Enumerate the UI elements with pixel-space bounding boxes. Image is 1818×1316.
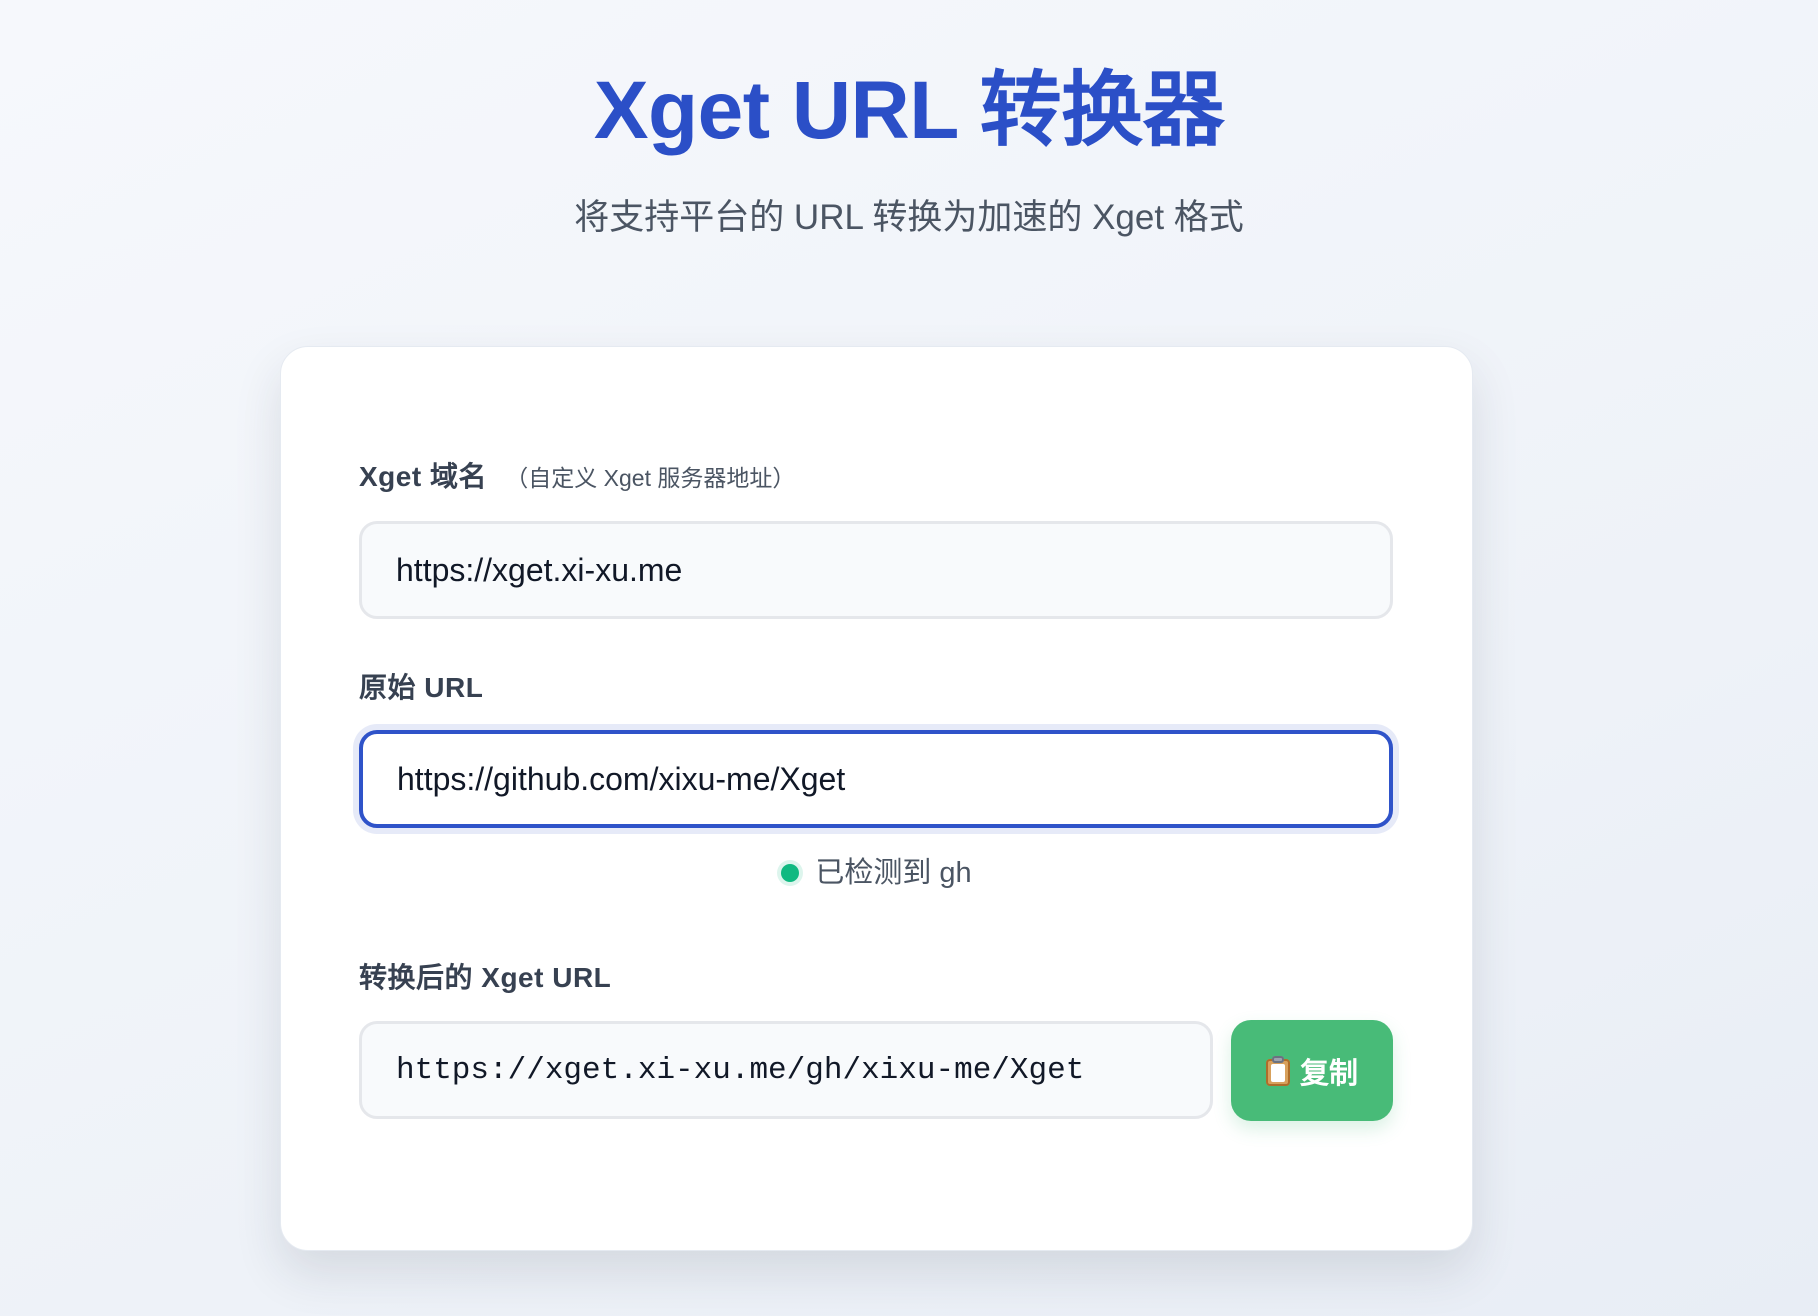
original-url-input[interactable] xyxy=(359,730,1393,828)
converted-url-output[interactable] xyxy=(359,1021,1213,1119)
clipboard-icon xyxy=(1265,1055,1290,1086)
page-subtitle: 将支持平台的 URL 转换为加速的 Xget 格式 xyxy=(574,198,1244,237)
xget-domain-hint: （自定义 Xget 服务器地址） xyxy=(505,465,796,491)
platform-detection-status: 已检测到 gh xyxy=(281,854,1472,892)
xget-domain-label-text: Xget 域名 xyxy=(359,461,487,492)
detected-platform-text: 已检测到 gh xyxy=(815,857,972,889)
converted-url-label: 转换后的 Xget URL xyxy=(359,962,612,993)
status-dot xyxy=(781,864,800,882)
xget-domain-input[interactable] xyxy=(359,521,1393,619)
page-title: Xget URL 转换器 xyxy=(593,65,1225,156)
copy-button[interactable]: 复制 xyxy=(1231,1020,1393,1121)
original-url-label: 原始 URL xyxy=(359,672,484,703)
copy-button-label: 复制 xyxy=(1299,1057,1358,1090)
xget-url-converter-page: Xget URL 转换器 将支持平台的 URL 转换为加速的 Xget 格式 X… xyxy=(0,0,1818,1316)
xget-domain-label: Xget 域名 （自定义 Xget 服务器地址） xyxy=(359,459,795,496)
converter-card: Xget 域名 （自定义 Xget 服务器地址） 原始 URL 已检测到 gh … xyxy=(280,346,1473,1251)
